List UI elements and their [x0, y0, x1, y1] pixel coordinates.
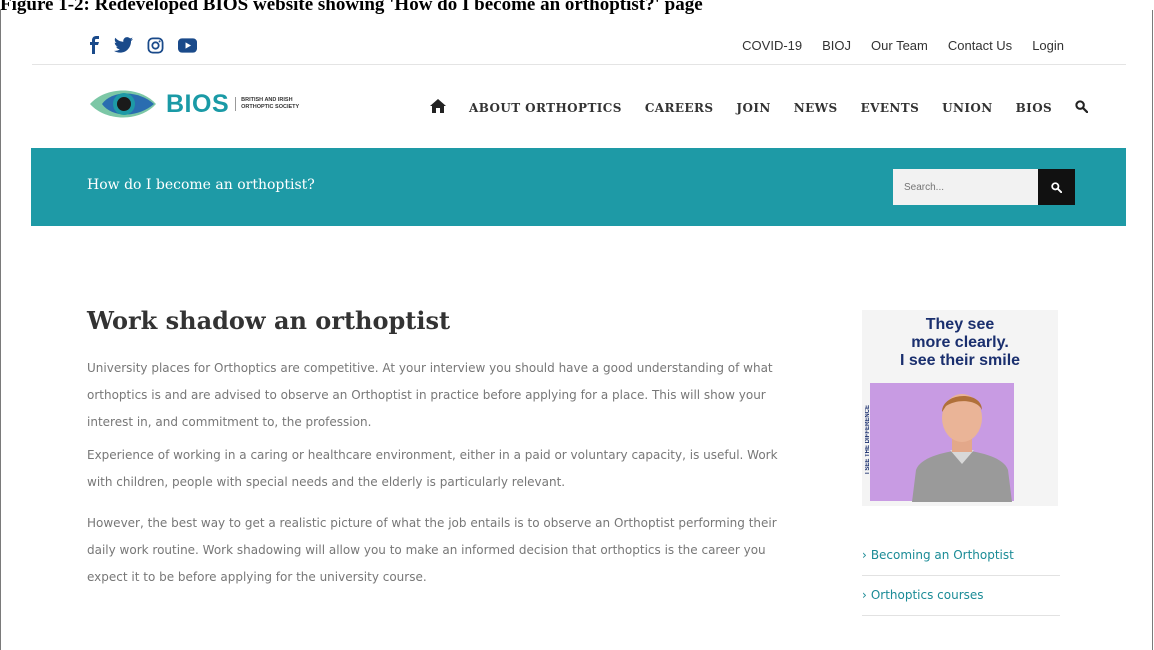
campaign-advert[interactable]: They see more clearly. I see their smile… [862, 310, 1058, 506]
social-icons [88, 36, 197, 54]
section-heading: Work shadow an orthoptist [87, 306, 451, 335]
nav-careers[interactable]: CAREERS [645, 101, 714, 115]
top-link-login[interactable]: Login [1032, 38, 1064, 53]
site-logo[interactable]: BIOS BRITISH AND IRISH ORTHOPTIC SOCIETY [88, 84, 299, 124]
sidebar-links: › Becoming an Orthoptist › Orthoptics cour… [862, 536, 1060, 616]
advert-person-image [912, 394, 1012, 502]
top-link-our-team[interactable]: Our Team [871, 38, 928, 53]
search-input[interactable] [893, 169, 1038, 205]
advert-vertical-text: I SEE THE DIFFERENCE [865, 405, 871, 475]
page-title-banner: How do I become an orthoptist? [31, 148, 1126, 226]
nav-bios[interactable]: BIOS [1016, 101, 1052, 115]
nav-join[interactable]: JOIN [736, 101, 770, 115]
top-utility-links: COVID-19 BIOJ Our Team Contact Us Login [742, 38, 1064, 53]
sidebar-link-orthoptics-courses[interactable]: › Orthoptics courses [862, 576, 1060, 616]
top-link-bioj[interactable]: BIOJ [822, 38, 851, 53]
page-title: How do I become an orthoptist? [87, 177, 315, 193]
nav-news[interactable]: NEWS [794, 101, 838, 115]
paragraph-3: However, the best way to get a realistic… [87, 516, 777, 584]
main-navigation: ABOUT ORTHOPTICS CAREERS JOIN NEWS EVENT… [430, 99, 1089, 116]
youtube-icon[interactable] [178, 37, 197, 53]
eye-logo-icon [90, 90, 156, 118]
search-button[interactable] [1038, 169, 1075, 205]
twitter-icon[interactable] [114, 37, 133, 53]
top-divider [32, 64, 1126, 65]
home-icon[interactable] [430, 99, 446, 116]
logo-subtitle: BRITISH AND IRISH ORTHOPTIC SOCIETY [235, 97, 299, 111]
search-icon[interactable] [1075, 99, 1089, 116]
sidebar-link-becoming-orthoptist[interactable]: › Becoming an Orthoptist [862, 536, 1060, 576]
advert-headline: They see more clearly. I see their smile [899, 316, 1021, 369]
paragraph-1: University places for Orthoptics are com… [87, 361, 773, 429]
chevron-right-icon: › [862, 548, 867, 562]
instagram-icon[interactable] [147, 37, 164, 54]
paragraph-2: Experience of working in a caring or hea… [87, 448, 778, 489]
top-link-covid[interactable]: COVID-19 [742, 38, 802, 53]
facebook-icon[interactable] [88, 36, 100, 54]
logo-text: BIOS [166, 89, 230, 118]
chevron-right-icon: › [862, 588, 867, 602]
nav-union[interactable]: UNION [942, 101, 992, 115]
search-icon [1051, 181, 1062, 193]
top-link-contact-us[interactable]: Contact Us [948, 38, 1012, 53]
nav-about-orthoptics[interactable]: ABOUT ORTHOPTICS [469, 101, 622, 115]
nav-events[interactable]: EVENTS [861, 101, 920, 115]
